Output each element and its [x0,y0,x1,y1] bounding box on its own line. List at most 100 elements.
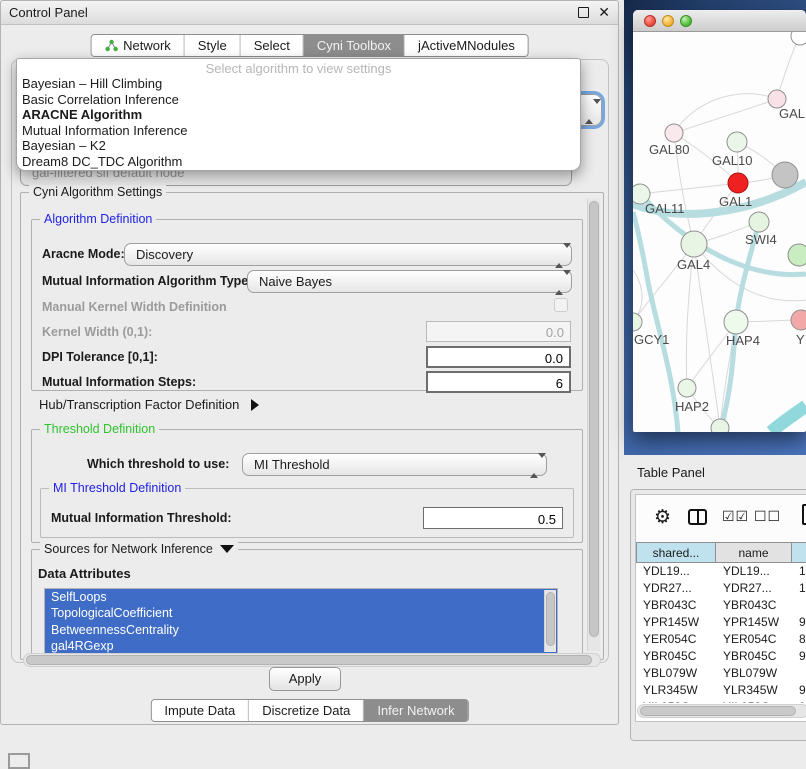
aracne-mode-label: Aracne Mode: [42,247,125,261]
table-row[interactable]: YDR27...YDR27...12 [636,580,806,597]
new-column-icon[interactable] [802,504,806,525]
select-all-checkboxes-icon[interactable]: ☑☑ [722,508,749,525]
table-row[interactable]: YPR145WYPR145W9. [636,614,806,631]
network-node[interactable] [665,124,683,142]
table-row[interactable]: YBR043CYBR043C [636,597,806,614]
collapse-down-icon [220,545,234,553]
tab-jactivemnodules[interactable]: jActiveMNodules [405,35,528,56]
combo-arrows-icon [530,458,538,473]
column-layout-icon[interactable] [688,509,707,525]
table-row[interactable]: YIL052CYIL052C9 [636,699,806,703]
tab-label: Discretize Data [262,703,350,718]
tab-select[interactable]: Select [241,35,304,56]
attribute-list-item[interactable]: gal4RGexp [45,638,557,654]
table-row[interactable]: YLR345WYLR345W9. [636,682,806,699]
algorithm-option[interactable]: Mutual Information Inference [17,123,580,139]
network-node[interactable] [749,212,769,232]
kernel-width-label: Kernel Width (0,1): [42,325,152,339]
table-row[interactable]: YDL19...YDL19...13 [636,563,806,580]
float-window-icon[interactable] [578,7,589,18]
scrollbar-thumb[interactable] [26,655,592,665]
network-node[interactable] [678,379,696,397]
table-cell: 9 [792,699,806,703]
zoom-traffic-light-icon[interactable] [680,15,692,27]
table-cell: YIL052C [636,699,716,703]
mi-type-combobox[interactable]: Naive Bayes [247,270,572,293]
network-node[interactable] [727,132,747,152]
mi-threshold-field[interactable] [423,507,563,529]
table-cell: YDL19... [716,563,792,580]
network-node-label: GAL80 [649,142,689,157]
threshold-definition-group: Threshold Definition Which threshold to … [31,429,583,543]
network-window-titlebar[interactable] [633,10,806,32]
tab-infer-network[interactable]: Infer Network [364,700,467,721]
tab-label: jActiveMNodules [418,38,515,53]
kernel-width-field[interactable] [426,321,571,342]
scrollbar-thumb[interactable] [546,592,555,646]
table-row[interactable]: YER054CYER054C8. [636,631,806,648]
network-node[interactable] [772,162,798,188]
tab-discretize-data[interactable]: Discretize Data [249,700,364,721]
scrollbar-thumb[interactable] [640,706,796,716]
which-threshold-combobox[interactable]: MI Threshold [242,453,547,476]
network-nodes: GALGAL80GAL10GAL1GAL11SWI4GAL4GCY1HAP4YH… [633,32,806,432]
network-node-label: GAL1 [719,194,752,209]
hub-definition-expander[interactable]: Hub/Transcription Factor Definition [39,397,259,412]
dpi-tolerance-field[interactable] [426,346,571,368]
table-row[interactable]: YBL079WYBL079W [636,665,806,682]
network-node[interactable] [791,32,806,45]
apply-button-label: Apply [289,671,322,686]
deselect-checkboxes-icon[interactable]: ☐☐ [754,508,781,525]
table-horizontal-scrollbar[interactable] [637,704,806,718]
network-node[interactable] [788,244,806,266]
manual-kernel-checkbox[interactable] [554,298,568,312]
sources-title-row[interactable]: Sources for Network Inference [40,542,238,556]
network-node-label: Y [796,332,805,347]
tab-impute-data[interactable]: Impute Data [151,700,249,721]
network-node[interactable] [724,310,748,334]
table-cell: YER054C [636,631,716,648]
tab-style[interactable]: Style [185,35,241,56]
network-view-window[interactable]: GALGAL80GAL10GAL1GAL11SWI4GAL4GCY1HAP4YH… [633,10,806,432]
threshold-definition-title: Threshold Definition [40,422,159,436]
minimized-panel-icon[interactable] [8,753,30,769]
close-icon[interactable]: ✕ [598,4,610,21]
apply-button[interactable]: Apply [269,667,341,691]
column-header-shared-name[interactable]: shared... [636,542,716,563]
algorithm-option[interactable]: Bayesian – Hill Climbing [17,76,580,92]
close-traffic-light-icon[interactable] [644,15,656,27]
algorithm-option[interactable]: Basic Correlation Inference [17,92,580,108]
algorithm-option[interactable]: Dream8 DC_TDC Algorithm [17,154,580,170]
control-panel-titlebar: Control Panel ✕ [1,1,618,25]
attributes-list-scrollbar[interactable] [544,590,556,652]
minimize-traffic-light-icon[interactable] [662,15,674,27]
network-node[interactable] [791,310,806,330]
tab-label: Impute Data [164,703,235,718]
network-canvas[interactable]: GALGAL80GAL10GAL1GAL11SWI4GAL4GCY1HAP4YH… [633,32,806,432]
attribute-list-item[interactable]: SelfLoops [45,589,557,605]
mi-steps-field[interactable] [426,371,571,393]
column-header-name[interactable]: name [716,542,792,563]
table-cell: YIL052C [716,699,792,703]
attribute-list-item[interactable]: BetweennessCentrality [45,622,557,638]
network-node[interactable] [681,231,707,257]
settings-horizontal-scrollbar[interactable] [23,653,601,667]
table-cell: YBR045C [716,648,792,665]
table-cell: 9. [792,614,806,631]
manual-kernel-label: Manual Kernel Width Definition [42,300,227,314]
column-header-clipped[interactable]: A [792,542,806,563]
settings-gear-icon[interactable]: ⚙ [654,506,671,529]
algorithm-option[interactable]: Bayesian – K2 [17,138,580,154]
network-node[interactable] [711,419,729,432]
algorithm-option[interactable]: ARACNE Algorithm [17,107,580,123]
settings-vertical-scrollbar[interactable] [587,199,600,651]
network-node[interactable] [633,313,642,331]
table-row[interactable]: YBR045CYBR045C9. [636,648,806,665]
tab-network[interactable]: Network [91,35,185,56]
network-node[interactable] [728,173,748,193]
aracne-mode-combobox[interactable]: Discovery [124,243,572,266]
attribute-list-item[interactable]: TopologicalCoefficient [45,605,557,621]
tab-cyni-toolbox[interactable]: Cyni Toolbox [304,35,405,56]
table-cell: 13 [792,563,806,580]
scrollbar-thumb[interactable] [589,201,599,637]
